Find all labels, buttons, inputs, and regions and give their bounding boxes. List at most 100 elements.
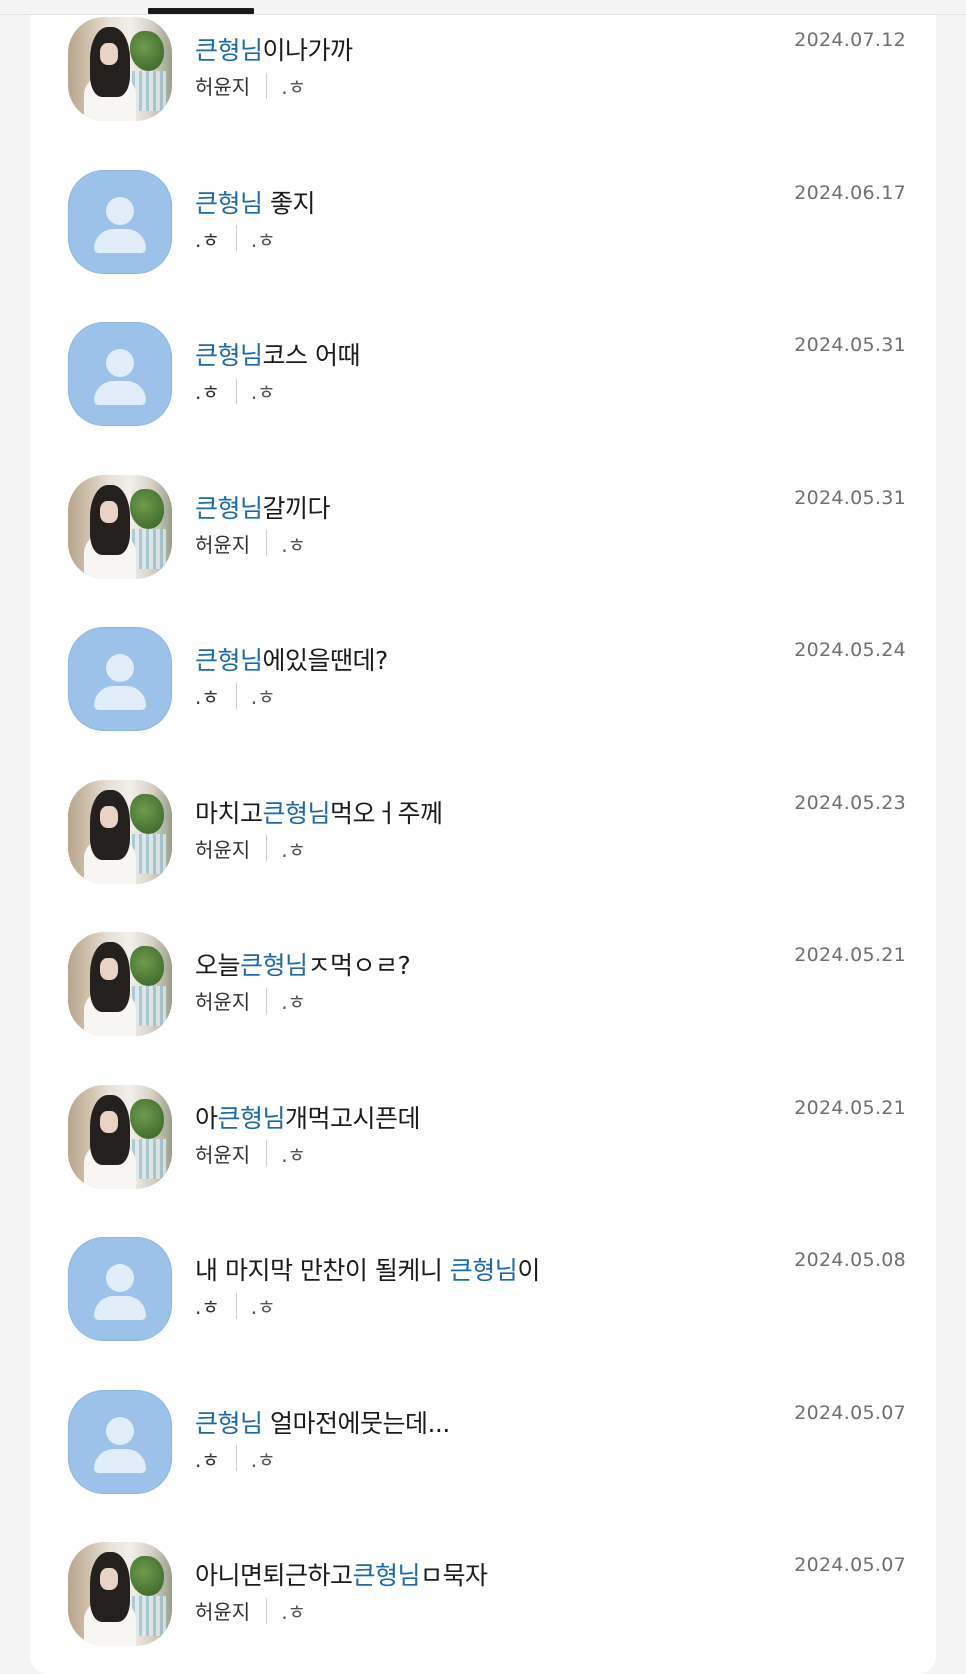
post-date: 2024.05.21 [794,944,906,966]
meta-divider [266,1597,268,1624]
post-date: 2024.05.21 [794,1096,906,1119]
list-item[interactable]: 오늘큰형님ㅈ먹ㅇㄹ? 허윤지 .ㅎ 2024.05.21 [30,930,936,1083]
comment-title[interactable]: 마치고큰형님먹오ㅓ주께 [195,794,443,830]
comment-title[interactable]: 아큰형님개먹고시픈데 [195,1099,421,1135]
title-suffix: 이 [517,1256,540,1285]
title-suffix: 먹오ㅓ주께 [330,798,443,828]
meta-divider [235,225,237,251]
photo-avatar[interactable] [68,17,172,121]
photo-avatar[interactable] [68,1542,172,1646]
avatar-photo-foliage [130,1098,164,1139]
avatar-photo-railing [132,1596,166,1636]
list-item[interactable]: 큰형님이나가까 허윤지 .ㅎ 2024.07.12 [30,15,936,168]
comment-title[interactable]: 큰형님갈끼다 [195,489,331,525]
title-keyword-highlight: 큰형님 [240,951,308,980]
default-avatar[interactable] [68,1237,172,1341]
author-name[interactable]: .ㅎ [195,1444,220,1473]
board-tag: .ㅎ [281,837,306,862]
list-item[interactable]: 아니면퇴근하고큰형님ㅁ묵자 허윤지 .ㅎ 2024.05.07 [30,1540,936,1674]
title-prefix: 아니면퇴근하고 [195,1561,353,1590]
author-name[interactable]: 허윤지 [195,986,250,1015]
comment-title[interactable]: 큰형님코스 어때 [195,336,360,372]
list-item[interactable]: 큰형님에있을땐데? .ㅎ .ㅎ 2024.05.24 [30,625,936,778]
comment-meta: .ㅎ .ㅎ [195,681,276,710]
list-item[interactable]: 큰형님갈끼다 허윤지 .ㅎ 2024.05.31 [30,473,936,626]
title-keyword-highlight: 큰형님 [195,188,263,218]
comment-meta: .ㅎ .ㅎ [195,224,276,253]
title-prefix: 아 [195,1103,218,1133]
meta-divider [266,72,268,99]
comment-title[interactable]: 오늘큰형님ㅈ먹ㅇㄹ? [195,946,411,982]
default-avatar[interactable] [68,322,172,426]
title-suffix: 개먹고시픈데 [285,1103,421,1133]
title-prefix: 오늘 [195,951,241,980]
active-tab-indicator [148,8,254,14]
person-silhouette-icon [106,1416,134,1445]
author-name[interactable]: 허윤지 [195,834,250,863]
board-tag: .ㅎ [250,380,276,404]
comment-title[interactable]: 큰형님 좋지 [195,184,315,220]
board-tag: .ㅎ [281,75,306,99]
comment-title[interactable]: 아니면퇴근하고큰형님ㅁ묵자 [195,1556,488,1592]
default-avatar[interactable] [68,1389,172,1494]
photo-avatar[interactable] [68,932,172,1036]
title-suffix: 얼마전에뭇는데... [262,1408,450,1438]
comment-title[interactable]: 큰형님에있을땐데? [195,641,388,677]
title-suffix: 에있을땐데? [262,646,389,675]
board-tag: .ㅎ [250,1295,276,1319]
title-keyword-highlight: 큰형님 [195,493,263,523]
photo-avatar[interactable] [68,1084,172,1189]
list-item[interactable]: 큰형님코스 어때 .ㅎ .ㅎ 2024.05.31 [30,320,936,473]
list-item[interactable]: 큰형님 얼마전에뭇는데... .ㅎ .ㅎ 2024.05.07 [30,1388,936,1541]
author-name[interactable]: .ㅎ [195,376,220,405]
board-tag: .ㅎ [281,1600,306,1624]
author-name[interactable]: .ㅎ [195,1291,220,1320]
board-tag: .ㅎ [281,532,306,557]
person-silhouette-icon [106,349,134,377]
post-date: 2024.06.17 [794,181,906,204]
post-date: 2024.05.31 [794,486,906,509]
list-item[interactable]: 아큰형님개먹고시픈데 허윤지 .ㅎ 2024.05.21 [30,1083,936,1236]
person-silhouette-body [94,686,146,710]
meta-divider [235,682,237,709]
avatar-photo-railing [132,1138,166,1179]
title-prefix: 마치고 [195,798,263,828]
person-silhouette-body [94,228,146,253]
photo-avatar[interactable] [68,779,172,884]
avatar-photo-face [100,43,118,65]
avatar-photo-foliage [130,1556,164,1596]
comment-meta: 허윤지 .ㅎ [195,834,306,863]
author-name[interactable]: 허윤지 [195,71,250,100]
person-silhouette-body [94,381,146,405]
list-item[interactable]: 큰형님 좋지 .ㅎ .ㅎ 2024.06.17 [30,168,936,321]
meta-divider [235,1445,237,1471]
author-name[interactable]: 허윤지 [195,1596,250,1625]
comment-title[interactable]: 내 마지막 만찬이 될케니 큰형님이 [195,1251,540,1287]
author-name[interactable]: .ㅎ [195,224,220,253]
list-item[interactable]: 마치고큰형님먹오ㅓ주께 허윤지 .ㅎ 2024.05.23 [30,778,936,931]
person-silhouette-icon [106,654,134,682]
author-name[interactable]: 허윤지 [195,1139,250,1168]
comment-title[interactable]: 큰형님 얼마전에뭇는데... [195,1404,450,1440]
list-item[interactable]: 내 마지막 만찬이 될케니 큰형님이 .ㅎ .ㅎ 2024.05.08 [30,1235,936,1388]
author-name[interactable]: .ㅎ [195,681,220,710]
default-avatar[interactable] [68,169,172,274]
title-suffix: ㅈ먹ㅇㄹ? [307,951,411,980]
author-name[interactable]: 허윤지 [195,529,250,558]
person-silhouette-icon [106,196,134,225]
post-date: 2024.05.07 [794,1554,906,1576]
meta-divider [266,530,268,556]
title-keyword-highlight: 큰형님 [195,341,263,370]
default-avatar[interactable] [68,627,172,731]
comment-meta: 허윤지 .ㅎ [195,71,306,100]
board-tag: .ㅎ [250,685,276,709]
board-tag: .ㅎ [281,1142,306,1167]
title-keyword-highlight: 큰형님 [195,646,263,675]
board-tag: .ㅎ [250,1447,276,1472]
comment-meta: 허윤지 .ㅎ [195,986,306,1015]
photo-avatar[interactable] [68,474,172,579]
avatar-photo-face [100,1568,118,1590]
title-keyword-highlight: 큰형님 [195,1408,263,1438]
comment-list-card: 큰형님이나가까 허윤지 .ㅎ 2024.07.12 큰형님 좋지 .ㅎ .ㅎ 2… [30,15,936,1674]
comment-title[interactable]: 큰형님이나가까 [195,31,353,67]
